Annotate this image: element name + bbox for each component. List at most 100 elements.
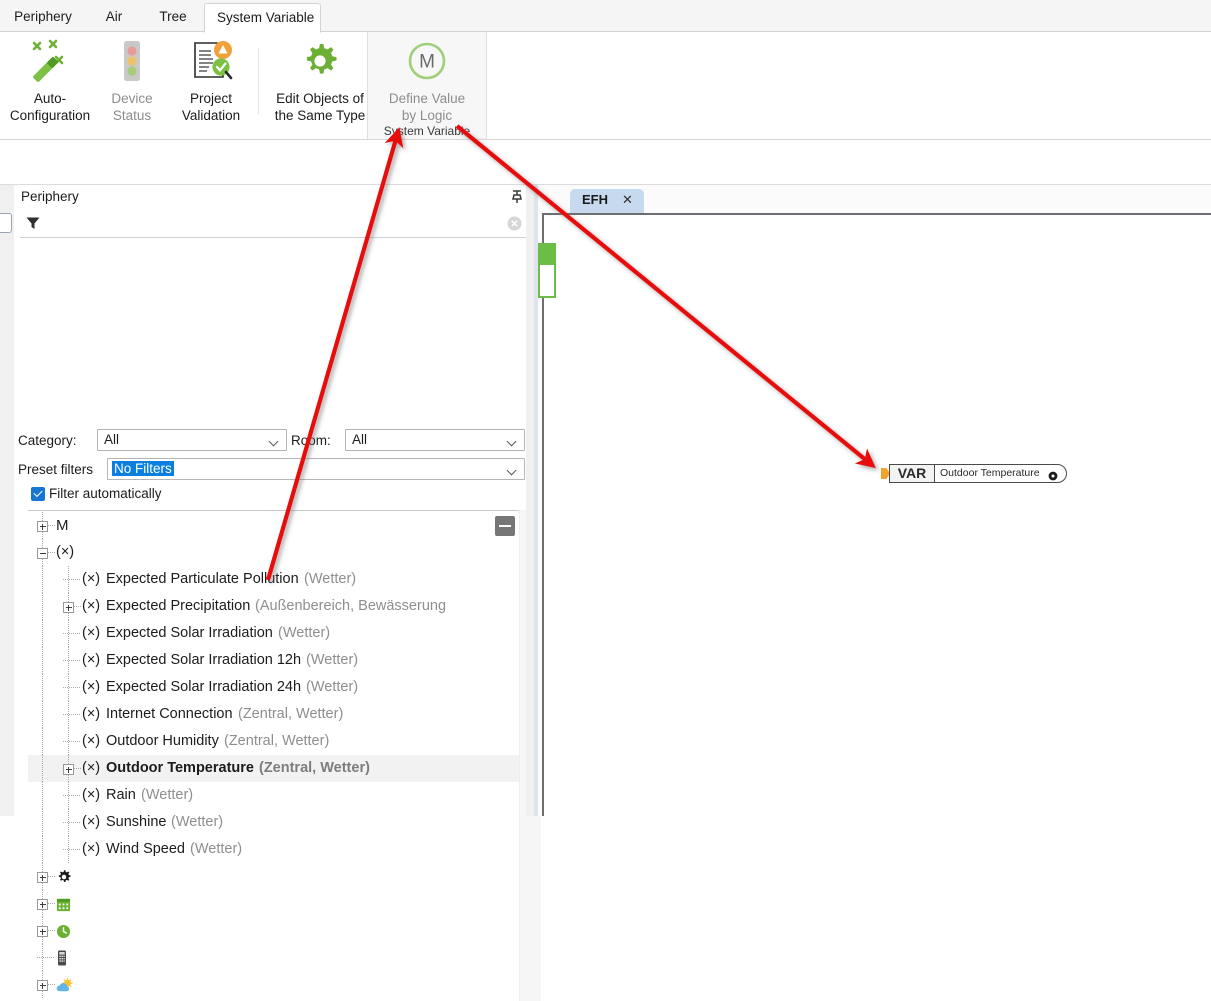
document-check-icon [164,36,258,86]
tree-row[interactable]: (×) Wind Speed (Wetter) [28,836,525,863]
tree-row[interactable]: (×) Outdoor Temperature (Zentral, Wetter) [28,755,525,782]
traffic-light-icon [100,36,164,86]
ribbon-tab-strip: Periphery Air Tree System Variable [0,0,1211,33]
tree-guide [42,647,44,674]
ribbon-tab-label: Tree [159,9,187,24]
left-dock-strip[interactable] [0,185,15,816]
tree-row-label: Wind Speed [106,841,185,857]
edit-objects-same-type-button[interactable]: Edit Objects of the Same Type [259,36,381,126]
weather-server-icon [56,976,73,1001]
tree-row[interactable]: (×) Expected Solar Irradiation 12h (Wetter… [28,647,525,674]
tree-guide [48,525,55,527]
tree-row[interactable]: M [28,512,525,539]
var-node-body[interactable]: VAR Outdoor Temperature [889,464,1067,483]
document-tab-label: EFH [582,192,608,207]
room-dropdown[interactable]: All [345,429,525,451]
sysvar-icon: (×) [82,733,101,749]
ribbon-tab-periphery[interactable]: Periphery [0,4,86,32]
ribbon-tab-label: Periphery [14,9,72,24]
tree-expander[interactable] [37,872,48,883]
tree-guide [63,579,80,581]
ribbon-tab-label: Air [105,9,123,24]
tree-row-meta: (Außenbereich, Bewässerung [255,598,447,614]
tree-row-label: Sunshine [106,814,167,830]
ribbon-tab-label: System Variable [217,10,315,25]
tree-row[interactable]: (×) Outdoor Humidity (Zentral, Wetter) [28,728,525,755]
tree-expander[interactable] [37,980,48,991]
tree-expander[interactable] [37,899,48,910]
funnel-icon[interactable] [25,215,41,231]
category-dropdown[interactable]: All [97,429,287,451]
periphery-tree[interactable]: M (×) (×) Expected Particulate Pollution (We… [28,512,540,1001]
tree-expander[interactable] [63,764,74,775]
tree-guide [42,593,44,620]
logic-canvas[interactable] [538,213,1211,816]
auto-configuration-button[interactable]: Auto- Configuration [0,36,100,126]
tree-guide [63,822,80,824]
gear-icon[interactable] [1048,469,1058,481]
tree-guide [63,714,80,716]
sysvar-icon: (×) [82,598,101,614]
tree-row-meta: (Zentral, Wetter) [259,760,370,776]
room-value: All [352,432,368,447]
dock-handle-icon[interactable] [0,213,12,233]
tree-guide [48,876,55,878]
tree-row-meta: (Wetter) [141,787,194,803]
tree-row[interactable]: (×) Rain (Wetter) [28,782,525,809]
tree-guide [63,849,80,851]
clear-icon[interactable] [507,216,522,231]
filter-search-input[interactable] [46,213,510,235]
tree-row[interactable] [28,890,525,917]
tree-row[interactable]: (×) Internet Connection (Zentral, Wetter) [28,701,525,728]
edit-objects-same-type-label: Edit Objects of the Same Type [274,91,366,123]
tree-guide [63,741,80,743]
filter-automatically-label: Filter automatically [49,486,162,501]
define-value-by-logic-label: Define Value by Logic [388,91,466,123]
device-status-button[interactable]: Device Status [100,36,164,126]
collapse-all-icon[interactable] [495,516,515,536]
tree-row[interactable] [28,971,525,998]
pin-icon[interactable] [510,189,524,205]
tree-guide [48,552,55,554]
tree-row[interactable]: (×) Expected Particulate Pollution (Wetter… [28,566,525,593]
tree-row[interactable]: (×) Sunshine (Wetter) [28,809,525,836]
preset-filters-dropdown[interactable]: No Filters [107,458,525,480]
chevron-down-icon [508,467,517,472]
tree-row[interactable]: (×) Expected Solar Irradiation 24h (Wetter… [28,674,525,701]
sysvar-icon: (×) [82,652,101,668]
tree-expander[interactable] [37,926,48,937]
project-validation-button[interactable]: Project Validation [164,36,258,126]
tree-expander[interactable] [37,548,48,559]
toolbar-strip [0,140,1211,185]
tree-row[interactable] [28,944,525,971]
tree-row[interactable] [28,917,525,944]
ribbon-body: Auto- Configuration Device Status Projec… [0,32,1211,140]
sysvar-icon: (×) [82,679,101,695]
ribbon-tab-system-variable[interactable]: System Variable [204,3,321,33]
preset-filters-label: Preset filters [18,462,94,477]
tree-row[interactable]: (×) Expected Precipitation (Außenbereich, … [28,593,525,620]
auto-configuration-label: Auto- Configuration [9,91,91,123]
document-tab-efh[interactable]: EFH ✕ [570,189,644,213]
tree-expander[interactable] [63,602,74,613]
tree-row-label: Expected Solar Irradiation 24h [106,679,302,695]
tree-expander[interactable] [37,521,48,532]
var-node-tag: VAR [890,465,935,482]
sysvar-icon: (×) [82,571,101,587]
ribbon-tab-tree[interactable]: Tree [142,4,204,32]
tree-row-label: Outdoor Temperature [106,760,254,776]
tree-row-label: Outdoor Humidity [106,733,219,749]
sysvar-icon: (×) [56,544,75,560]
define-value-by-logic-button[interactable]: M Define Value by Logic [368,36,486,126]
tree-row[interactable]: (×) Expected Solar Irradiation (Wetter) [28,620,525,647]
panel-edge [526,185,534,816]
var-node-name: Outdoor Temperature [940,467,1040,479]
tree-row[interactable]: (×) [28,539,525,566]
tree-guide [42,782,44,809]
close-icon[interactable]: ✕ [622,192,633,208]
ribbon-tab-air[interactable]: Air [86,4,142,32]
tree-guide [37,957,54,959]
tree-row[interactable] [28,863,525,890]
periphery-panel: Periphery Category: All Room: All Preset… [14,185,541,1001]
page-title: Periphery [21,189,79,204]
